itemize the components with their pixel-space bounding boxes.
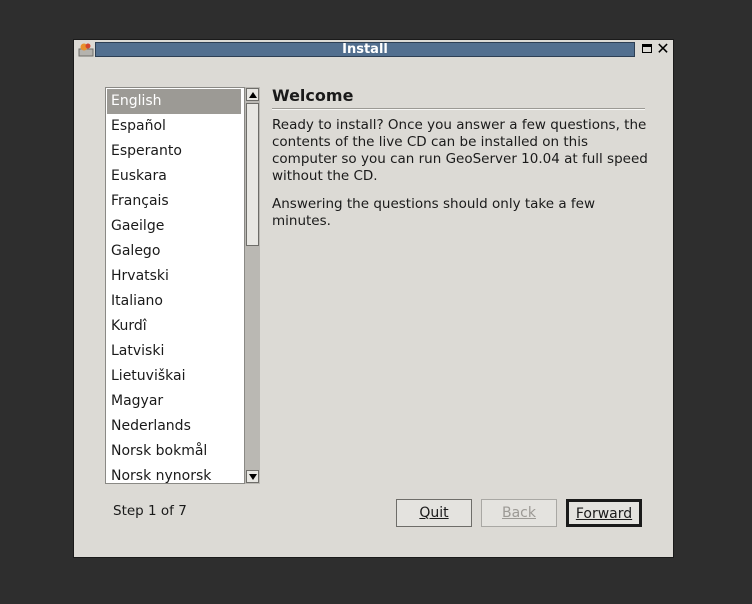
language-items: English Español Esperanto Euskara Français Ga… xyxy=(107,89,241,483)
step-indicator: Step 1 of 7 xyxy=(113,503,187,519)
back-label: Back xyxy=(502,505,536,521)
quit-button[interactable]: Quit xyxy=(396,499,472,527)
scrollbar-thumb[interactable] xyxy=(246,103,259,246)
forward-button[interactable]: Forward xyxy=(566,499,642,527)
heading-divider xyxy=(272,108,645,110)
title-bar[interactable]: Install ✕ xyxy=(74,40,673,60)
language-item[interactable]: Lietuviškai xyxy=(107,364,241,389)
language-item[interactable]: Euskara xyxy=(107,164,241,189)
language-item[interactable]: Galego xyxy=(107,239,241,264)
language-item[interactable]: Magyar xyxy=(107,389,241,414)
language-item[interactable]: English xyxy=(107,89,241,114)
language-item[interactable]: Esperanto xyxy=(107,139,241,164)
back-button[interactable]: Back xyxy=(481,499,557,527)
language-item[interactable]: Hrvatski xyxy=(107,264,241,289)
installer-icon[interactable] xyxy=(78,42,94,57)
language-item[interactable]: Español xyxy=(107,114,241,139)
language-list[interactable]: English Español Esperanto Euskara Français Ga… xyxy=(105,87,260,484)
welcome-paragraph-1: Ready to install? Once you answer a few … xyxy=(272,117,648,184)
language-item[interactable]: Italiano xyxy=(107,289,241,314)
language-item[interactable]: Latviski xyxy=(107,339,241,364)
window-title: Install xyxy=(95,42,635,57)
quit-label: Quit xyxy=(419,505,449,521)
language-item[interactable]: Nederlands xyxy=(107,414,241,439)
forward-label: Forward xyxy=(575,506,633,522)
arrow-down-icon[interactable] xyxy=(246,470,259,483)
arrow-up-icon[interactable] xyxy=(246,88,259,101)
language-item[interactable]: Français xyxy=(107,189,241,214)
language-item[interactable]: Gaeilge xyxy=(107,214,241,239)
welcome-paragraph-2: Answering the questions should only take… xyxy=(272,196,596,229)
install-window: Install ✕ English Español Esperanto Euskara… xyxy=(73,39,674,558)
language-item[interactable]: Kurdî xyxy=(107,314,241,339)
maximize-icon[interactable] xyxy=(642,44,652,53)
welcome-heading: Welcome xyxy=(272,86,354,105)
language-item[interactable]: Norsk nynorsk xyxy=(107,464,241,483)
language-scrollbar[interactable] xyxy=(244,87,260,484)
close-icon[interactable]: ✕ xyxy=(656,41,670,57)
language-item[interactable]: Norsk bokmål xyxy=(107,439,241,464)
